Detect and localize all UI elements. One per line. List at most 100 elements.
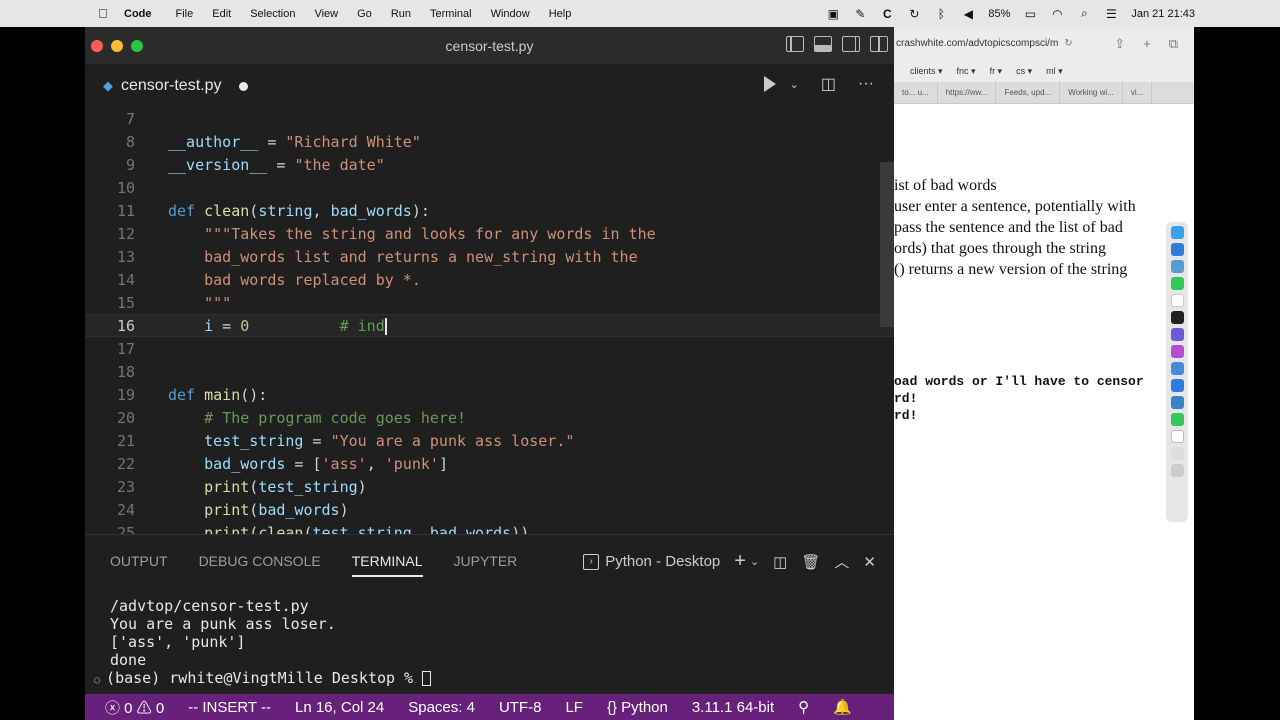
browser-window: crashwhite.com/advtopicscompsci/m ↻ ⇪ + … — [894, 27, 1194, 720]
dock-app-icon[interactable] — [1170, 345, 1184, 358]
toggle-panel-icon[interactable] — [814, 36, 832, 52]
browser-tab[interactable]: Working wi... — [1060, 81, 1123, 104]
bookmark-folder[interactable]: clients ▾ — [910, 66, 943, 77]
terminal-output[interactable]: /advtop/censor-test.py You are a punk as… — [85, 587, 894, 690]
terminal-dropdown-chevron-icon[interactable]: ⌄ — [750, 555, 759, 568]
menu-selection[interactable]: Selection — [250, 8, 295, 20]
trash-icon[interactable]: 🗑 — [801, 553, 820, 571]
share-icon[interactable]: ⇪ — [1114, 36, 1125, 52]
toggle-primary-sidebar-icon[interactable] — [786, 36, 804, 52]
menu-run[interactable]: Run — [391, 8, 411, 20]
terminal-icon: › — [583, 553, 600, 570]
menubar-datetime[interactable]: Jan 21 21:43 — [1131, 8, 1195, 20]
menu-help[interactable]: Help — [549, 8, 572, 20]
accounts-icon[interactable]: ⚲ — [798, 698, 809, 716]
notifications-bell-icon[interactable]: 🔔 — [833, 698, 852, 716]
maximize-panel-chevron-icon[interactable]: ︿ — [834, 551, 849, 572]
tab-debug-console[interactable]: DEBUG CONSOLE — [199, 535, 321, 587]
page-text: user enter a sentence, potentially with — [894, 198, 1136, 215]
terminal-name[interactable]: Python - Desktop — [605, 553, 720, 570]
browser-tab[interactable]: Feeds, upd... — [996, 81, 1061, 104]
vim-mode-status: -- INSERT -- — [188, 698, 271, 716]
menu-app-name[interactable]: Code — [124, 8, 152, 20]
tab-output[interactable]: OUTPUT — [110, 535, 168, 587]
dock-app-icon[interactable] — [1170, 430, 1184, 443]
dock-app-icon[interactable] — [1170, 362, 1184, 375]
dock-app-icon[interactable] — [1170, 311, 1184, 324]
code-line: 14 bad words replaced by *. — [85, 268, 894, 291]
vscode-window: censor-test.py ◆ censor-test.py ⌄ ◫ ··· … — [85, 27, 894, 720]
browser-tab[interactable]: vi... — [1123, 81, 1153, 104]
unsaved-dot-icon[interactable] — [239, 81, 249, 91]
bookmark-folder[interactable]: fr ▾ — [990, 66, 1003, 77]
pen-icon[interactable]: ✎ — [853, 7, 867, 21]
minimize-window-button[interactable] — [111, 39, 123, 52]
reload-icon[interactable]: ↻ — [1064, 38, 1072, 49]
terminal-prompt-line: ○ (base) rwhite@VingtMille Desktop % — [94, 669, 878, 690]
control-center-icon[interactable]: ☰ — [1104, 7, 1118, 21]
problems-status[interactable]: ⓧ 0 ⚠ 0 — [105, 697, 164, 718]
line-number: 16 — [116, 316, 135, 335]
code-text: def clean(string, bad_words): — [168, 201, 430, 220]
browser-tab[interactable]: https://ww... — [938, 81, 997, 104]
menu-window[interactable]: Window — [491, 8, 530, 20]
menu-file[interactable]: File — [176, 8, 194, 20]
c-app-icon[interactable]: C — [880, 7, 894, 21]
address-bar[interactable]: crashwhite.com/advtopicscompsci/m — [896, 38, 1058, 49]
run-dropdown-chevron-icon[interactable]: ⌄ — [790, 78, 799, 91]
new-tab-icon[interactable]: + — [1143, 36, 1151, 52]
eol-status[interactable]: LF — [565, 699, 583, 716]
zoom-window-button[interactable] — [131, 39, 143, 52]
tab-jupyter[interactable]: JUPYTER — [454, 535, 518, 587]
refresh-icon[interactable]: ↻ — [907, 7, 921, 21]
scrollbar-thumb[interactable] — [880, 162, 894, 327]
menu-go[interactable]: Go — [357, 8, 372, 20]
new-terminal-icon[interactable]: + — [734, 550, 746, 573]
bookmark-folder[interactable]: fnc ▾ — [957, 66, 976, 77]
dock-app-icon[interactable] — [1170, 379, 1184, 392]
bookmark-folder[interactable]: cs ▾ — [1016, 66, 1032, 77]
camera-icon[interactable]: ▣ — [826, 7, 840, 21]
apple-icon[interactable]:  — [98, 6, 112, 21]
dock-app-icon[interactable] — [1170, 226, 1184, 239]
customize-layout-icon[interactable] — [870, 36, 888, 52]
more-actions-icon[interactable]: ··· — [858, 75, 874, 93]
dock-app-icon[interactable] — [1170, 447, 1184, 460]
wifi-icon[interactable]: ◠ — [1050, 7, 1064, 21]
run-icon[interactable] — [763, 76, 776, 92]
menu-view[interactable]: View — [314, 8, 338, 20]
indentation-status[interactable]: Spaces: 4 — [408, 699, 475, 716]
dock-app-icon[interactable] — [1170, 328, 1184, 341]
tab-terminal[interactable]: TERMINAL — [351, 535, 423, 587]
code-editor[interactable]: 7 8 __author__ = "Richard White" 9 __ver… — [85, 107, 894, 534]
menu-terminal[interactable]: Terminal — [430, 8, 472, 20]
split-terminal-icon[interactable]: ◫ — [773, 553, 787, 571]
menu-edit[interactable]: Edit — [212, 8, 231, 20]
volume-icon[interactable]: ◀ — [961, 7, 975, 21]
dock-app-icon[interactable] — [1170, 260, 1184, 273]
dock-app-icon[interactable] — [1170, 396, 1184, 409]
dock-app-icon[interactable] — [1170, 413, 1184, 426]
toggle-secondary-sidebar-icon[interactable] — [842, 36, 860, 52]
browser-tab[interactable]: to... u... — [894, 81, 938, 104]
tab-overview-icon[interactable]: ⧉ — [1169, 36, 1178, 52]
encoding-status[interactable]: UTF-8 — [499, 699, 542, 716]
dock-app-icon[interactable] — [1170, 243, 1184, 256]
battery-icon[interactable]: ▭ — [1023, 7, 1037, 21]
dock-app-icon[interactable] — [1170, 464, 1184, 477]
tab-censor-test[interactable]: ◆ censor-test.py — [85, 65, 280, 107]
dock-app-icon[interactable] — [1170, 277, 1184, 290]
dock-app-icon[interactable] — [1170, 294, 1184, 307]
bluetooth-icon[interactable]: ᛒ — [934, 7, 948, 21]
interpreter-status[interactable]: 3.11.1 64-bit — [692, 699, 774, 716]
cursor-position-status[interactable]: Ln 16, Col 24 — [295, 699, 384, 716]
code-line: 11 def clean(string, bad_words): — [85, 199, 894, 222]
close-window-button[interactable] — [91, 39, 103, 52]
close-panel-icon[interactable]: ✕ — [863, 553, 876, 571]
search-icon[interactable]: ⌕ — [1077, 6, 1091, 21]
language-status[interactable]: {} Python — [607, 699, 668, 716]
bookmark-folder[interactable]: ml ▾ — [1046, 66, 1063, 77]
browser-toolbar: crashwhite.com/advtopicscompsci/m ↻ ⇪ + … — [894, 27, 1194, 60]
editor-scrollbar[interactable] — [880, 107, 894, 534]
split-editor-icon[interactable]: ◫ — [821, 74, 836, 94]
